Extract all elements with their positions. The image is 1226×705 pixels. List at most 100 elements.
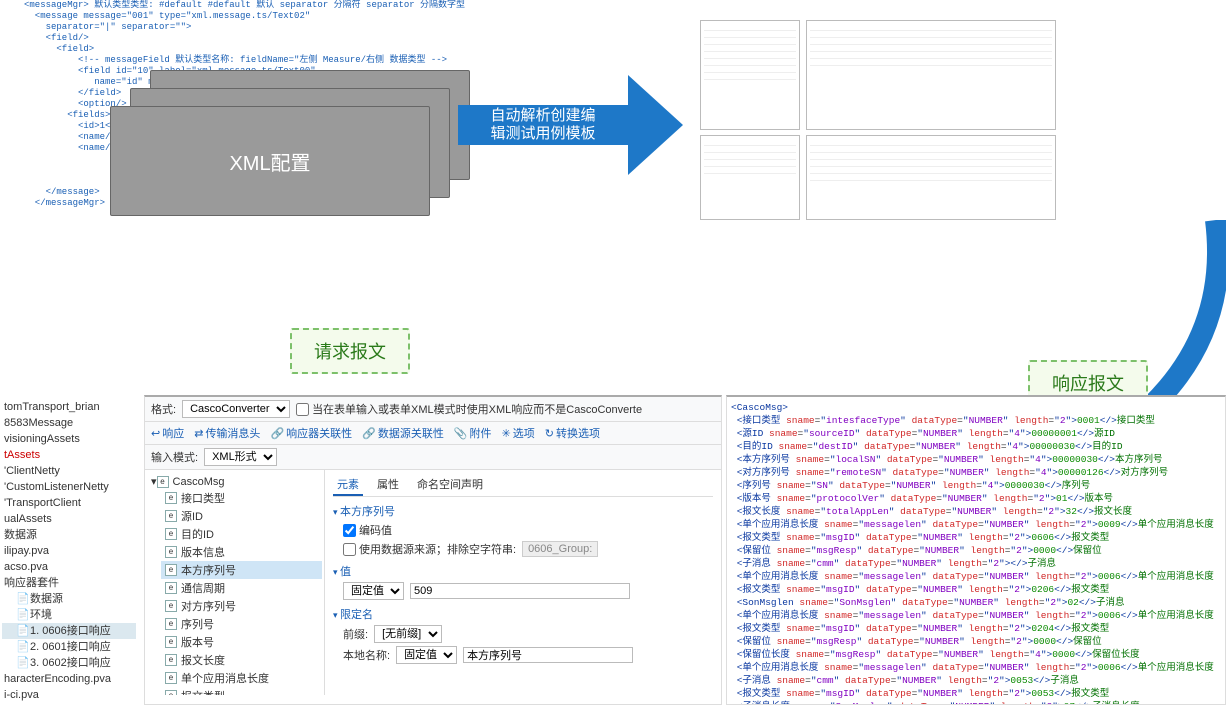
project-tree[interactable]: tomTransport_brian8583MessagevisioningAs… xyxy=(0,395,140,705)
msgtree-node[interactable]: e对方序列号 xyxy=(161,597,322,615)
input-mode-bar: 输入模式: XML形式 xyxy=(145,445,721,470)
project-tree-item[interactable]: 8583Message xyxy=(2,415,136,431)
format-label: 格式: xyxy=(151,401,176,417)
encode-checkbox-wrap[interactable]: 编码值 xyxy=(343,522,392,538)
flow-arrow-line1: 自动解析创建编 xyxy=(490,107,595,125)
prefix-label: 前缀: xyxy=(343,626,368,642)
toolbar-icon: ↻ xyxy=(545,428,554,440)
msgtree-node[interactable]: e源ID xyxy=(161,507,322,525)
format-checkbox-wrap[interactable]: 当在表单输入或表单XML模式时使用XML响应而不是CascoConverte xyxy=(296,401,642,417)
resp-xml-line: <报文类型 sname="msgID" dataType="NUMBER" le… xyxy=(731,622,1221,635)
format-checkbox[interactable] xyxy=(296,403,309,416)
project-tree-item[interactable]: 📄1. 0606接口响应 xyxy=(2,623,136,639)
msgtree-node[interactable]: e报文类型 xyxy=(161,687,322,695)
msgtree-node[interactable]: e单个应用消息长度 xyxy=(161,669,322,687)
input-mode-label: 输入模式: xyxy=(151,449,198,465)
value-mode-select[interactable]: 固定值 xyxy=(343,582,404,600)
resp-xml-line: <子消息 sname="cmm" dataType="NUMBER" lengt… xyxy=(731,674,1221,687)
msgtree-node[interactable]: e接口类型 xyxy=(161,489,322,507)
format-checkbox-label: 当在表单输入或表单XML模式时使用XML响应而不是CascoConverte xyxy=(312,401,642,417)
msgtree-node[interactable]: e报文长度 xyxy=(161,651,322,669)
toolbar-数据源关联性[interactable]: 🔗数据源关联性 xyxy=(362,425,444,441)
resp-xml-line: <保留位 sname="msgResp" dataType="NUMBER" l… xyxy=(731,544,1221,557)
toolbar-响应器关联性[interactable]: 🔗响应器关联性 xyxy=(270,425,352,441)
project-tree-item[interactable]: 📄3. 0602接口响应 xyxy=(2,655,136,671)
encode-checkbox[interactable] xyxy=(343,524,356,537)
input-mode-select[interactable]: XML形式 xyxy=(204,448,277,466)
resp-xml-line: <单个应用消息长度 sname="messagelen" dataType="N… xyxy=(731,609,1221,622)
resp-xml-line: <版本号 sname="protocolVer" dataType="NUMBE… xyxy=(731,492,1221,505)
project-tree-item[interactable]: 'CustomListenerNetty xyxy=(2,479,136,495)
project-tree-item[interactable]: ualAssets xyxy=(2,511,136,527)
file-icon: 📄 xyxy=(16,623,28,639)
resp-xml-line: <SonMsglen sname="SonMsglen" dataType="N… xyxy=(731,596,1221,609)
app-screenshot: tomTransport_brian8583MessagevisioningAs… xyxy=(0,395,1226,705)
file-icon: 📄 xyxy=(16,639,28,655)
msgtree-node[interactable]: e版本信息 xyxy=(161,543,322,561)
prop-tabs[interactable]: 元素属性命名空间声明 xyxy=(333,474,713,497)
toolbar-icon: ✳ xyxy=(502,428,511,440)
prefix-select[interactable]: [无前缀] xyxy=(374,625,442,643)
project-tree-item[interactable]: acso.pva xyxy=(2,559,136,575)
datasource-checkbox-wrap[interactable]: 使用数据源来源；排除空字符串: xyxy=(343,541,516,557)
project-tree-item[interactable]: haracterEncoding.pva xyxy=(2,671,136,687)
resp-xml-line: <保留位长度 sname="msgResp" dataType="NUMBER"… xyxy=(731,648,1221,661)
localname-mode-select[interactable]: 固定值 xyxy=(396,646,457,664)
request-editor: 格式: CascoConverter 当在表单输入或表单XML模式时使用XML响… xyxy=(144,395,722,705)
datasource-hint: 0606_Group: xyxy=(522,541,598,557)
toolbar-转换选项[interactable]: ↻转换选项 xyxy=(545,425,600,441)
prop-tab[interactable]: 命名空间声明 xyxy=(413,474,487,496)
project-tree-item[interactable]: 'ClientNetty xyxy=(2,463,136,479)
toolbar-icon: 🔗 xyxy=(270,428,284,440)
flow-arrow: 自动解析创建编 辑测试用例模板 xyxy=(458,70,688,180)
project-tree-item[interactable]: i-ci.pva xyxy=(2,687,136,703)
toolbar-传输消息头[interactable]: ⇄传输消息头 xyxy=(194,425,260,441)
resp-xml-line: <单个应用消息长度 sname="messagelen" dataType="N… xyxy=(731,570,1221,583)
msgtree-node[interactable]: e版本号 xyxy=(161,633,322,651)
project-tree-item[interactable]: tomTransport_brian xyxy=(2,399,136,415)
msgtree-node[interactable]: e目的ID xyxy=(161,525,322,543)
resp-xml-line: <报文类型 sname="msgID" dataType="NUMBER" le… xyxy=(731,531,1221,544)
flow-arrow-line2: 辑测试用例模板 xyxy=(490,125,595,143)
project-tree-item[interactable]: 数据源 xyxy=(2,527,136,543)
resp-xml-line: <单个应用消息长度 sname="messagelen" dataType="N… xyxy=(731,661,1221,674)
project-tree-item[interactable]: 📄2. 0601接口响应 xyxy=(2,639,136,655)
message-tree[interactable]: ▾ eCascoMsge接口类型e源IDe目的IDe版本信息e本方序列号e通信周… xyxy=(145,470,325,695)
toolbar-响应[interactable]: ↩响应 xyxy=(151,425,184,441)
resp-xml-line: <报文类型 sname="msgID" dataType="NUMBER" le… xyxy=(731,583,1221,596)
msgtree-node[interactable]: e本方序列号 xyxy=(161,561,322,579)
mini-ide-preview xyxy=(700,20,1070,220)
toolbar-选项[interactable]: ✳选项 xyxy=(502,425,535,441)
localname-label: 本地名称: xyxy=(343,647,390,663)
localname-text-input[interactable] xyxy=(463,647,633,663)
project-tree-item[interactable]: 响应器套件 xyxy=(2,575,136,591)
resp-xml-line: <报文类型 sname="msgID" dataType="NUMBER" le… xyxy=(731,687,1221,700)
project-tree-item[interactable]: 'TransportClient xyxy=(2,495,136,511)
datasource-checkbox[interactable] xyxy=(343,543,356,556)
section-field: 本方序列号 xyxy=(333,503,713,519)
resp-xml-line: <本方序列号 sname="localSN" dataType="NUMBER"… xyxy=(731,453,1221,466)
msgtree-node[interactable]: e序列号 xyxy=(161,615,322,633)
resp-xml-line: <保留位 sname="msgResp" dataType="NUMBER" l… xyxy=(731,635,1221,648)
value-text-input[interactable] xyxy=(410,583,630,599)
project-tree-item[interactable]: visioningAssets xyxy=(2,431,136,447)
toolbar-icon: 📎 xyxy=(454,428,468,440)
response-xml-panel[interactable]: <CascoMsg> <接口类型 sname="intesfaceType" d… xyxy=(726,395,1226,705)
prop-tab[interactable]: 属性 xyxy=(373,474,403,496)
project-tree-item[interactable]: tAssets xyxy=(2,447,136,463)
msgtree-node[interactable]: e通信周期 xyxy=(161,579,322,597)
file-icon: 📄 xyxy=(16,655,28,671)
toolbar-附件[interactable]: 📎附件 xyxy=(454,425,492,441)
project-tree-item[interactable]: 📄数据源 xyxy=(2,591,136,607)
toolbar-icon: 🔗 xyxy=(362,428,376,440)
project-tree-item[interactable]: 📄环境 xyxy=(2,607,136,623)
project-tree-item[interactable]: ilipay.pva xyxy=(2,543,136,559)
section-qname: 限定名 xyxy=(333,606,713,622)
prop-tab[interactable]: 元素 xyxy=(333,474,363,496)
resp-xml-line: <源ID sname="sourceID" dataType="NUMBER" … xyxy=(731,427,1221,440)
format-select[interactable]: CascoConverter xyxy=(182,400,290,418)
msgtree-root[interactable]: ▾ eCascoMsg xyxy=(147,474,322,489)
resp-xml-line: <单个应用消息长度 sname="messagelen" dataType="N… xyxy=(731,518,1221,531)
resp-xml-line: <子消息 sname="cmm" dataType="NUMBER" lengt… xyxy=(731,557,1221,570)
resp-xml-line: <对方序列号 sname="remoteSN" dataType="NUMBER… xyxy=(731,466,1221,479)
